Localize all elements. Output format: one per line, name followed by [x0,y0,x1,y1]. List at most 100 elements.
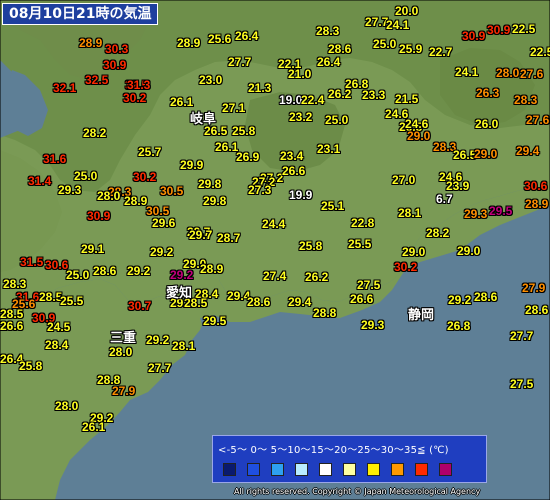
temperature-label: 29.2 [127,264,151,278]
temperature-label: 24.1 [455,65,479,79]
temperature-label: 22.5 [512,22,536,36]
temperature-label: 22.7 [429,45,453,59]
temperature-label: 28.1 [172,339,196,353]
temperature-label: 26.9 [236,150,260,164]
temperature-label: 30.2 [133,170,157,184]
temperature-label: 27.7 [148,361,172,375]
temperature-label: 21.0 [288,67,312,81]
map-title: 08月10日21時の気温 [2,3,159,25]
temperature-label: 28.9 [79,36,103,50]
temperature-label: 27.5 [510,377,534,391]
temperature-label: 25.9 [399,42,423,56]
temperature-label: 26.4 [317,55,341,69]
temperature-label: 26.6 [0,319,24,333]
temperature-label: 27.7 [228,55,252,69]
temperature-label: 28.6 [474,290,498,304]
temperature-label: 25.1 [321,199,345,213]
temperature-label: 25.0 [74,169,98,183]
temperature-label: 26.1 [170,95,194,109]
temperature-label: 30.2 [123,91,147,105]
temperature-label: 26.4 [235,29,259,43]
temperature-label: 29.2 [150,245,174,259]
temperature-label: 28.7 [217,231,241,245]
legend-swatch [271,463,284,476]
temperature-label: 28.0 [55,399,79,413]
legend-swatch [439,463,452,476]
temperature-label: 25.5 [60,294,84,308]
temperature-label: 25.8 [19,359,43,373]
temperature-label: 29.6 [152,216,176,230]
temperature-label: 20.0 [395,4,419,18]
temperature-label: 28.0 [109,345,133,359]
temperature-label: 28.0 [496,66,520,80]
temperature-label: 29.0 [474,147,498,161]
temperature-label: 27.3 [248,183,272,197]
temperature-label: 28.9 [177,36,201,50]
temperature-label: 31.4 [28,174,52,188]
temperature-label: 24.1 [386,18,410,32]
city-label-shizuoka: 静岡 [408,308,435,323]
temperature-label: 23.1 [317,142,341,156]
legend-swatch [319,463,332,476]
temperature-label: 26.0 [475,117,499,131]
temperature-label: 22.5 [530,45,550,59]
temperature-label: 27.7 [365,15,389,29]
temperature-label: 30.9 [103,58,127,72]
temperature-label: 29.2 [448,293,472,307]
temperature-label: 32.1 [53,81,77,95]
city-label-mie: 三重 [110,331,137,346]
temperature-label: 28.9 [124,194,148,208]
temperature-label: 29.5 [203,314,227,328]
temperature-label: 23.4 [280,149,304,163]
temperature-label: 28.3 [514,93,538,107]
temperature-label: 24.4 [262,217,286,231]
temperature-label: 28.2 [426,226,450,240]
temperature-label: 23.2 [289,110,313,124]
temperature-label: 26.1 [82,420,106,434]
temperature-label: 26.8 [447,319,471,333]
legend-swatch [223,463,236,476]
temperature-label: 30.7 [128,299,152,313]
temperature-label: 28.6 [525,303,549,317]
temperature-label: 27.9 [522,281,546,295]
temperature-label: 29.3 [464,207,488,221]
temperature-label: 29.4 [288,295,312,309]
temperature-label: 23.0 [199,73,223,87]
temperature-label: 27.7 [510,329,534,343]
temperature-label: 23.9 [446,179,470,193]
temperature-label: 26.2 [328,87,352,101]
temperature-label: 30.9 [462,29,486,43]
temperature-label: 26.6 [350,292,374,306]
temperature-label: 30.9 [87,209,111,223]
temperature-label: 26.6 [282,164,306,178]
temperature-label: 25.8 [299,239,323,253]
temperature-label: 29.1 [81,242,105,256]
temperature-label: 29.9 [180,158,204,172]
temperature-label: 28.1 [398,206,422,220]
temperature-label: 30.2 [394,260,418,274]
temperature-label: 25.0 [373,37,397,51]
temperature-label: 28.3 [316,24,340,38]
city-label-aichi: 愛知 [166,286,193,301]
temperature-label: 27.4 [263,269,287,283]
temperature-label: 26.5 [453,148,477,162]
temperature-label: 22.8 [351,216,375,230]
legend-swatch [247,463,260,476]
legend-swatch [391,463,404,476]
temperature-label: 29.2 [146,333,170,347]
temperature-label: 30.9 [487,23,511,37]
temperature-label: 25.0 [66,268,90,282]
legend-swatch [343,463,356,476]
legend-swatch [415,463,428,476]
temperature-label: 23.3 [362,88,386,102]
temperature-label: 27.5 [357,278,381,292]
temperature-label: 28.0 [97,189,121,203]
temperature-label: 30.6 [524,179,548,193]
temperature-label: 19.9 [289,188,313,202]
temperature-label: 32.5 [85,73,109,87]
temperature-label: 27.9 [112,384,136,398]
temperature-label: 27.6 [526,113,550,127]
temperature-label: 28.5 [39,290,63,304]
temperature-label: 28.2 [83,126,107,140]
temperature-label: 30.3 [105,42,129,56]
